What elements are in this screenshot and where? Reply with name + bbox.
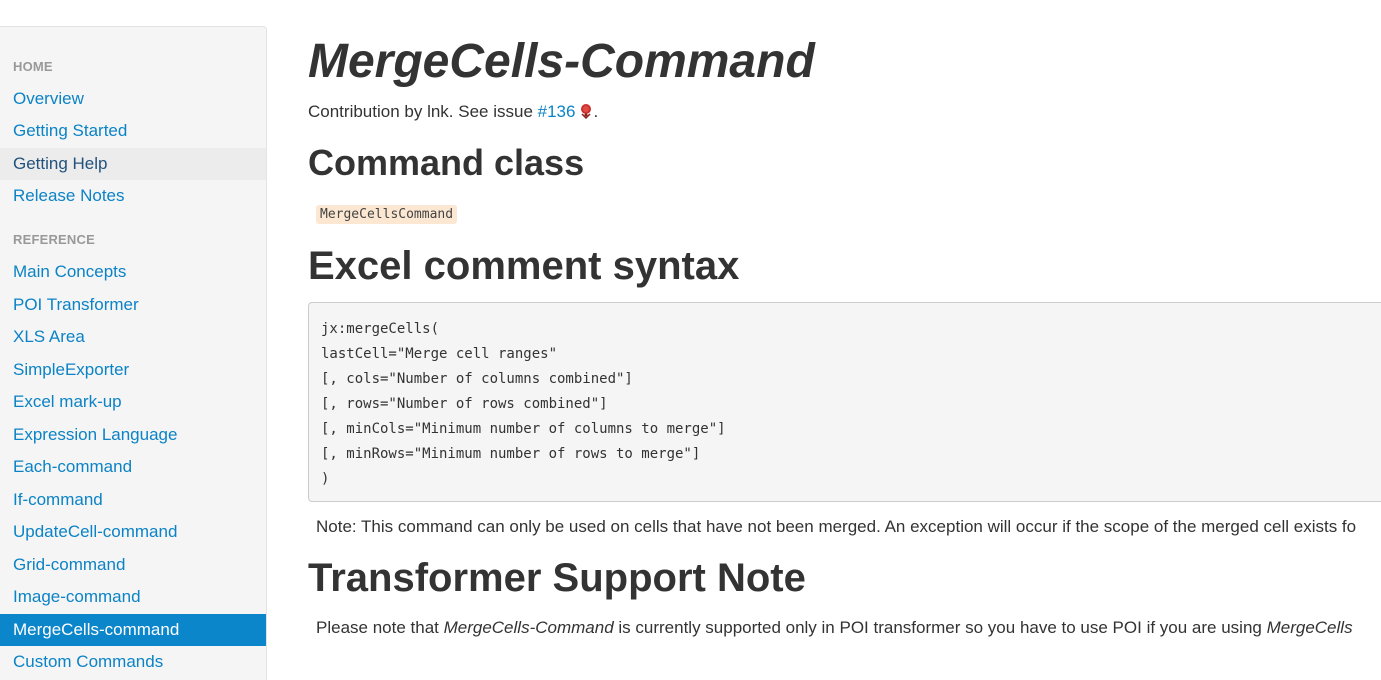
heading-command-class: Command class [308, 142, 585, 183]
code-line: [, minRows="Minimum number of rows to me… [321, 446, 701, 462]
transformer-text-command-2: MergeCells [1266, 618, 1353, 637]
contribution-prefix: Contribution by lnk. See issue [308, 102, 538, 121]
page-title: MergeCells-Command [308, 35, 815, 88]
command-class-name: MergeCellsCommand [316, 205, 458, 224]
nav-item-updatecell-command[interactable]: UpdateCell-command [0, 516, 266, 548]
issue-link[interactable]: #136 [538, 102, 576, 121]
code-line: [, rows="Number of rows combined"] [321, 396, 608, 412]
nav-item-overview[interactable]: Overview [0, 83, 266, 115]
main-content: MergeCells-Command Contribution by lnk. … [308, 0, 1381, 680]
nav-item-simple-exporter[interactable]: SimpleExporter [0, 354, 266, 386]
page: HOME Overview Getting Started Getting He… [0, 0, 1381, 680]
transformer-text-middle: is currently supported only in POI trans… [613, 618, 1267, 637]
code-line: ) [321, 471, 330, 487]
nav-item-excel-markup[interactable]: Excel mark-up [0, 386, 266, 418]
code-line: lastCell="Merge cell ranges" [321, 346, 558, 362]
nav-item-getting-started[interactable]: Getting Started [0, 115, 266, 147]
nav-item-each-command[interactable]: Each-command [0, 451, 266, 483]
code-line: jx:mergeCells( [321, 321, 440, 337]
nav-item-release-notes[interactable]: Release Notes [0, 180, 266, 212]
nav-item-if-command[interactable]: If-command [0, 484, 266, 516]
transformer-note-text: Please note that MergeCells-Command is c… [316, 618, 1353, 638]
heading-excel-comment-syntax: Excel comment syntax [308, 244, 740, 288]
nav-item-xls-area[interactable]: XLS Area [0, 321, 266, 353]
nav-item-image-command[interactable]: Image-command [0, 581, 266, 613]
contribution-line: Contribution by lnk. See issue #136. [308, 102, 598, 122]
sidebar-nav: HOME Overview Getting Started Getting He… [0, 26, 267, 680]
nav-item-custom-commands[interactable]: Custom Commands [0, 646, 266, 678]
nav-item-expression-language[interactable]: Expression Language [0, 419, 266, 451]
merge-note: Note: This command can only be used on c… [316, 517, 1357, 536]
code-line: [, cols="Number of columns combined"] [321, 371, 633, 387]
contribution-suffix: . [593, 102, 599, 121]
nav-item-poi-transformer[interactable]: POI Transformer [0, 289, 266, 321]
nav-header-home: HOME [13, 59, 53, 74]
nav-item-main-concepts[interactable]: Main Concepts [0, 256, 266, 288]
nav-item-getting-help[interactable]: Getting Help [0, 148, 266, 180]
bug-icon [579, 103, 593, 120]
heading-transformer-support-note: Transformer Support Note [308, 556, 806, 600]
syntax-code-block: jx:mergeCells( lastCell="Merge cell range… [308, 302, 1381, 502]
transformer-text-command: MergeCells-Command [443, 618, 614, 637]
nav-item-grid-command[interactable]: Grid-command [0, 549, 266, 581]
transformer-text-prefix: Please note that [316, 618, 444, 637]
nav-item-mergecells-command[interactable]: MergeCells-command [0, 614, 266, 646]
code-line: [, minCols="Minimum number of columns to… [321, 421, 726, 437]
nav-header-reference: REFERENCE [13, 232, 95, 247]
